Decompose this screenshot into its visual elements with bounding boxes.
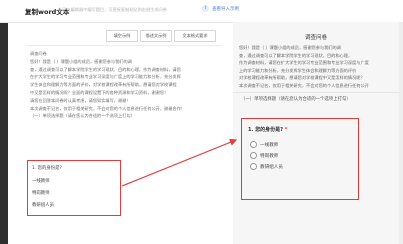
preview-question-highlight: 1. 您的身份是? * 一线教师 特岗教师 教研组人员	[241, 118, 359, 200]
radio-option-3[interactable]: 教研组人员	[250, 163, 283, 170]
preview-title: 调查问卷	[304, 35, 327, 41]
radio-option-1[interactable]: 一线教师	[250, 141, 278, 148]
window-edge	[0, 0, 8, 244]
editor-option: 教研组人员	[32, 203, 54, 208]
fill-example-button[interactable]: 填空示例	[106, 30, 138, 42]
editor-line: 学生体会和理解力等方面的评价，对学校课程改革有所帮助，想请您对学校课程	[30, 82, 177, 88]
editor-option: 特岗教师	[32, 191, 50, 196]
editor-line: 在扩大学生的学习专业范围和专业学习深度与广度上的学习能力和分析，充分发挥	[30, 74, 181, 80]
info-icon: i	[202, 5, 209, 12]
option-label: 特岗教师	[260, 153, 279, 159]
radio-button[interactable]	[250, 141, 257, 148]
required-mark: *	[284, 127, 288, 133]
preview-scrollbar[interactable]	[399, 22, 403, 244]
preview-line: 您好！我是（ ）课题小组的成员，感谢您参与我们的调	[239, 45, 341, 50]
option-label: 一线教师	[260, 142, 279, 148]
editor-line: 您好！我是（ ）课题小组的成员，感谢您参与我们的调	[30, 58, 132, 64]
preview-intro: 您好！我是（ ）课题小组的成员，感谢您参与我们的调 查，通过调查可以了解本学院学…	[239, 44, 397, 90]
preview-line: 查，通过调查可以了解本学院学生的学习现状，目的和心理，	[239, 52, 353, 58]
editor-question-highlight: 1. 您的身份是? 一线教师 特岗教师 教研组人员	[27, 160, 121, 216]
import-example-link[interactable]: i 查看导入示例	[202, 5, 239, 12]
top-bar: 复制word文本 若已在编辑器中编写题目，可直接复制粘贴到右侧生成问卷 i 查看…	[0, 0, 403, 23]
description-example-button[interactable]: 描述文示例	[140, 30, 172, 42]
radio-option-2[interactable]: 特岗教师	[250, 152, 278, 159]
import-example-label: 查看导入示例	[212, 6, 239, 12]
editor-line: 调查问卷	[30, 51, 47, 56]
page-description: 若已在编辑器中编写题目，可直接复制粘贴到右侧生成问卷	[58, 7, 167, 12]
editor-textarea[interactable]: 调查问卷 您好！我是（ ）课题小组的成员，感谢您参与我们的调 查，通过调查可以了…	[30, 50, 218, 120]
text-editor-panel: 填空示例 描述文示例 文本格式要求 调查问卷 您好！我是（ ）课题小组的成员，感…	[26, 26, 222, 244]
toolbar-divider	[26, 45, 222, 46]
question-text: 您的身份是?	[255, 127, 284, 133]
editor-line: 查，通过调查可以了解本学院学生的学习现状、目的和心理，作为调查材料，请您	[30, 66, 181, 72]
editor-question: 1. 您的身份是?	[32, 166, 62, 171]
section-label: （一）单项选择题（请在您认为合适的一个选项上打勾）	[241, 97, 351, 102]
radio-button[interactable]	[250, 152, 257, 159]
preview-question: 1. 您的身份是? *	[248, 126, 287, 133]
editor-line: 本次调查不记名，仅用于相关研究，不会对您的个人信息进行任何公开，谢谢合作！	[30, 105, 185, 111]
radio-button[interactable]	[250, 163, 257, 170]
preview-panel: 调查问卷 您好！我是（ ）课题小组的成员，感谢您参与我们的调 查，通过调查可以了…	[233, 22, 403, 244]
editor-line: （一）单项选择题（请在您认为合适的一个选项上打勾）	[30, 113, 135, 119]
editor-line: 请您在回答本问卷时认真考虑，请您如实填写，谢谢！	[30, 97, 131, 103]
editor-option: 一线教师	[32, 179, 50, 184]
preview-line: 对学校课程改革有所帮助，想请您对学校课程中又是怎样的情况呢？	[239, 75, 365, 81]
preview-line: 上的学习能力和分析，充分发挥学生体会和理解力等方面的评价	[239, 67, 357, 73]
preview-section-header: （一）单项选择题（请在您认为合适的一个选项上打勾）	[233, 92, 399, 107]
preview-line: 作为调查材料，请您在扩大学生的学习专业范围和专业学习深度与广度	[239, 60, 369, 66]
format-requirements-button[interactable]: 文本格式要求	[174, 30, 216, 42]
option-label: 教研组人员	[260, 164, 283, 170]
question-number: 1.	[248, 127, 254, 133]
preview-line: 本次调查不记名，仅用于相关研究，不会对您的个人信息进行任何公开	[239, 82, 369, 88]
editor-line: 中又是怎样的情况呢？全面的课程设置下的各种资源和学习资料，谢谢您！	[30, 89, 169, 95]
